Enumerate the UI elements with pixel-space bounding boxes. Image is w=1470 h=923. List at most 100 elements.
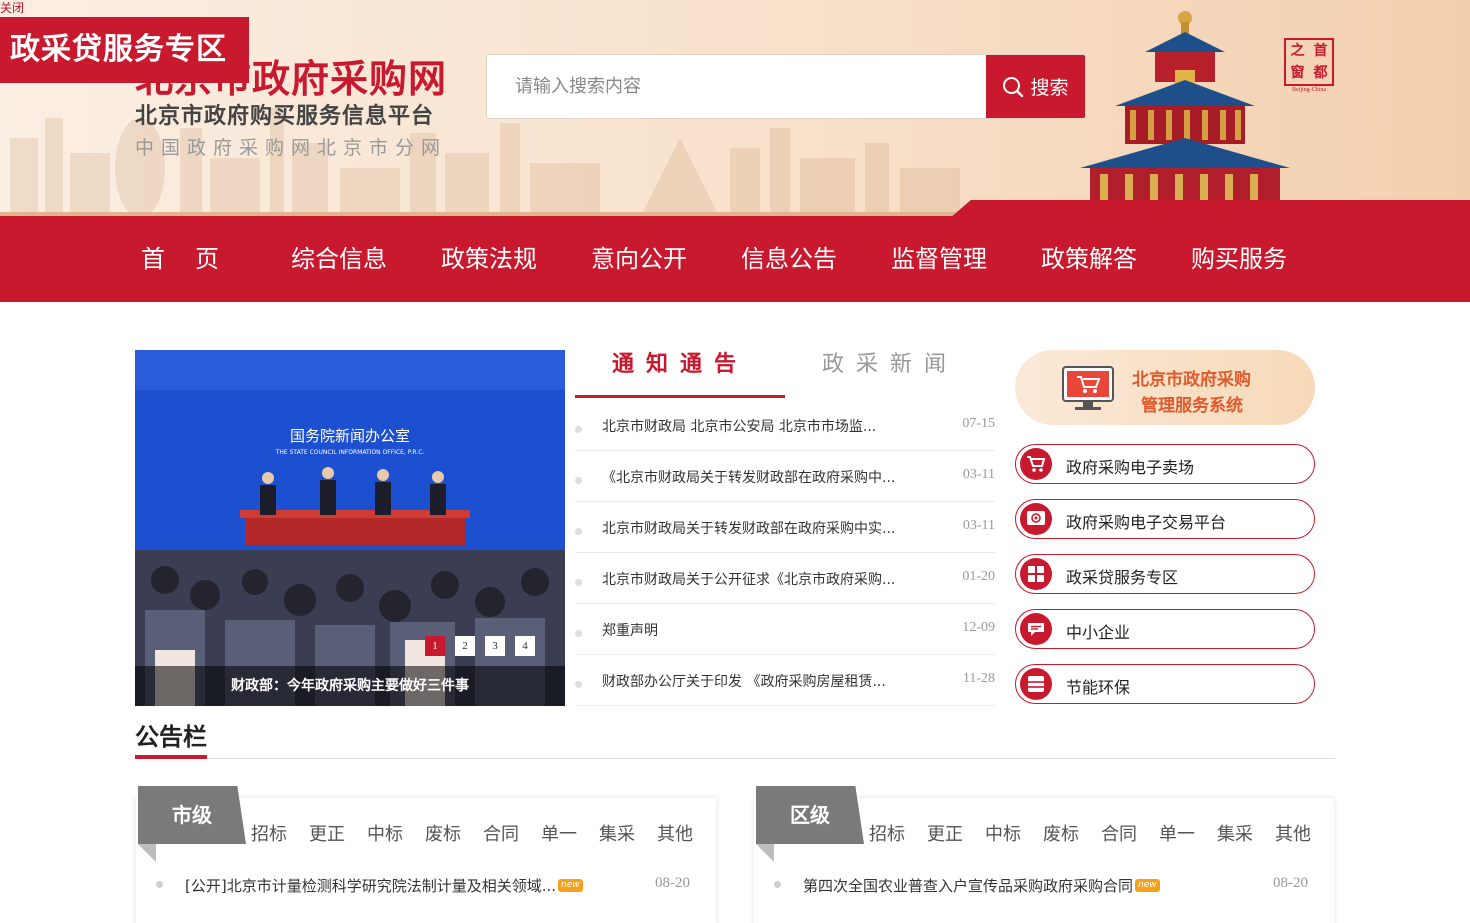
seal-char: 首 — [1313, 43, 1328, 59]
panel-tabs: 招标 更正 中标 废标 合同 单一 集采 其他 — [251, 820, 715, 846]
slider-dot[interactable]: 4 — [515, 636, 535, 656]
service-sme[interactable]: 中小企业 — [1015, 609, 1315, 649]
notice-title: 财政部办公厅关于印发 《政府采购房屋租赁... — [602, 674, 886, 690]
service-label: 节能环保 — [1066, 678, 1131, 697]
tab-other[interactable]: 其他 — [1275, 820, 1333, 846]
tab-single-source[interactable]: 单一 — [541, 820, 599, 846]
nav-item-policy-answers[interactable]: 政策解答 — [1041, 216, 1191, 302]
notice-item[interactable]: 北京市财政局 北京市公安局 北京市市场监... 07-15 — [575, 400, 995, 451]
notice-date: 11-28 — [962, 671, 995, 686]
chat-bubble-icon — [1020, 613, 1052, 645]
tab-void[interactable]: 废标 — [425, 820, 483, 846]
row-title-text: 第四次全国农业普查入户宣传品采购政府采购合同 — [803, 877, 1134, 895]
nav-item-supervision[interactable]: 监督管理 — [891, 216, 1041, 302]
nav-item-home[interactable]: 首页 — [141, 216, 291, 302]
tab-bidding[interactable]: 招标 — [251, 820, 309, 846]
backdrop-title: 国务院新闻办公室 — [290, 427, 410, 445]
tab-centralized[interactable]: 集采 — [599, 820, 657, 846]
service-e-mall[interactable]: 政府采购电子卖场 — [1015, 444, 1315, 484]
notice-tabs: 通知通告 政采新闻 — [575, 342, 995, 400]
service-label: 政府采购电子交易平台 — [1066, 513, 1227, 532]
tab-void[interactable]: 废标 — [1043, 820, 1101, 846]
service-loan-zone[interactable]: 政采贷服务专区 — [1015, 554, 1315, 594]
notice-date: 12-09 — [962, 620, 995, 635]
nav-item-policies[interactable]: 政策法规 — [441, 216, 591, 302]
grid-icon — [1020, 558, 1052, 590]
notice-list: 北京市财政局 北京市公安局 北京市市场监... 07-15 《北京市财政局关于转… — [575, 400, 995, 706]
search-input[interactable] — [487, 55, 987, 118]
slider-dot[interactable]: 2 — [455, 636, 475, 656]
nav-item-general-info[interactable]: 综合信息 — [291, 216, 441, 302]
bullet-dot-icon — [575, 477, 582, 484]
tab-contract[interactable]: 合同 — [483, 820, 541, 846]
slider-caption[interactable]: 财政部：今年政府采购主要做好三件事 — [135, 666, 565, 706]
tab-other[interactable]: 其他 — [657, 820, 715, 846]
notice-item[interactable]: 《北京市财政局关于转发财政部在政府采购中... 03-11 — [575, 451, 995, 502]
tab-notices[interactable]: 通知通告 — [575, 342, 785, 398]
service-label: 政采贷服务专区 — [1066, 568, 1179, 587]
badge-fold — [138, 844, 156, 862]
tab-single-source[interactable]: 单一 — [1159, 820, 1217, 846]
tab-bidding[interactable]: 招标 — [869, 820, 927, 846]
notice-title: 《北京市财政局关于转发财政部在政府采购中... — [602, 470, 896, 486]
notice-title: 郑重声明 — [602, 623, 658, 639]
main-nav: 首页 综合信息 政策法规 意向公开 信息公告 监督管理 政策解答 购买服务 — [0, 200, 1470, 302]
notice-item[interactable]: 财政部办公厅关于印发 《政府采购房屋租赁... 11-28 — [575, 655, 995, 706]
slider-dot[interactable]: 1 — [425, 636, 445, 656]
tab-correction[interactable]: 更正 — [309, 820, 367, 846]
tab-award[interactable]: 中标 — [367, 820, 425, 846]
row-title-text: [公开]北京市计量检测科学研究院法制计量及相关领域... — [185, 877, 557, 895]
notice-date: 01-20 — [962, 569, 995, 584]
tab-correction[interactable]: 更正 — [927, 820, 985, 846]
bulletin-row[interactable]: [公开]北京市计量检测科学研究院法制计量及相关领域... new 08-20 — [136, 870, 716, 900]
bulletin-row[interactable]: 第四次全国农业普查入户宣传品采购政府采购合同 new 08-20 — [754, 870, 1334, 900]
seal-char: 窗 — [1290, 65, 1305, 81]
bullet-dot-icon — [575, 630, 582, 637]
capital-seal-logo: 之 首 窗 都 Beijing-China — [1281, 38, 1337, 96]
tab-contract[interactable]: 合同 — [1101, 820, 1159, 846]
notice-date: 03-11 — [962, 467, 995, 482]
service-energy-saving[interactable]: 节能环保 — [1015, 664, 1315, 704]
temple-of-heaven-illustration — [1080, 11, 1290, 232]
notice-item[interactable]: 北京市财政局关于公开征求《北京市政府采购... 01-20 — [575, 553, 995, 604]
nav-item-intentions[interactable]: 意向公开 — [591, 216, 741, 302]
tab-award[interactable]: 中标 — [985, 820, 1043, 846]
monitor-cart-icon — [1062, 366, 1114, 410]
service-label: 政府采购电子卖场 — [1066, 458, 1195, 477]
district-level-panel: 区级 招标 更正 中标 废标 合同 单一 集采 其他 第四次全国农业普查入户宣传… — [754, 786, 1334, 923]
service-trading-platform[interactable]: 政府采购电子交易平台 — [1015, 499, 1315, 539]
notice-date: 07-15 — [962, 416, 995, 431]
cabinet-icon — [1020, 668, 1052, 700]
seal-caption: Beijing-China — [1292, 87, 1326, 93]
nav-item-purchase-services[interactable]: 购买服务 — [1191, 216, 1341, 302]
nav-item-announcements[interactable]: 信息公告 — [741, 216, 891, 302]
news-slider[interactable]: 国务院新闻办公室 THE STATE COUNCIL INFORMATION O… — [135, 350, 565, 706]
panel-badge: 区级 — [756, 786, 864, 844]
badge-fold — [756, 844, 774, 862]
bullet-dot-icon — [774, 881, 781, 888]
bulletin-title-underline — [135, 755, 207, 759]
notice-item[interactable]: 北京市财政局关于转发财政部在政府采购中实... 03-11 — [575, 502, 995, 553]
notice-title: 北京市财政局关于转发财政部在政府采购中实... — [602, 521, 896, 537]
site-subtitle: 北京市政府购买服务信息平台 — [135, 104, 435, 129]
system-banner-line2: 管理服务系统 — [1141, 396, 1243, 416]
slider-dot[interactable]: 3 — [485, 636, 505, 656]
trade-platform-icon — [1020, 503, 1052, 535]
close-link[interactable]: 关闭 — [0, 0, 24, 16]
bullet-dot-icon — [156, 881, 163, 888]
system-banner-line1: 北京市政府采购 — [1132, 370, 1251, 390]
new-badge: new — [1135, 879, 1160, 892]
bullet-dot-icon — [575, 681, 582, 688]
notice-item[interactable]: 郑重声明 12-09 — [575, 604, 995, 655]
cart-icon — [1020, 448, 1052, 480]
site-branch: 中国政府采购网北京市分网 — [135, 137, 448, 159]
bulletin-row-title: 第四次全国农业普查入户宣传品采购政府采购合同 new — [803, 875, 1160, 896]
search-icon — [1003, 76, 1024, 97]
slider-pagination: 1 2 3 4 — [425, 636, 535, 656]
search-box: 搜索 — [486, 54, 1086, 119]
tab-centralized[interactable]: 集采 — [1217, 820, 1275, 846]
promo-banner[interactable]: 政采贷服务专区 — [0, 17, 249, 83]
service-label: 中小企业 — [1066, 623, 1131, 642]
tab-procurement-news[interactable]: 政采新闻 — [785, 342, 995, 398]
procurement-system-banner[interactable]: 北京市政府采购 管理服务系统 — [1015, 350, 1315, 425]
